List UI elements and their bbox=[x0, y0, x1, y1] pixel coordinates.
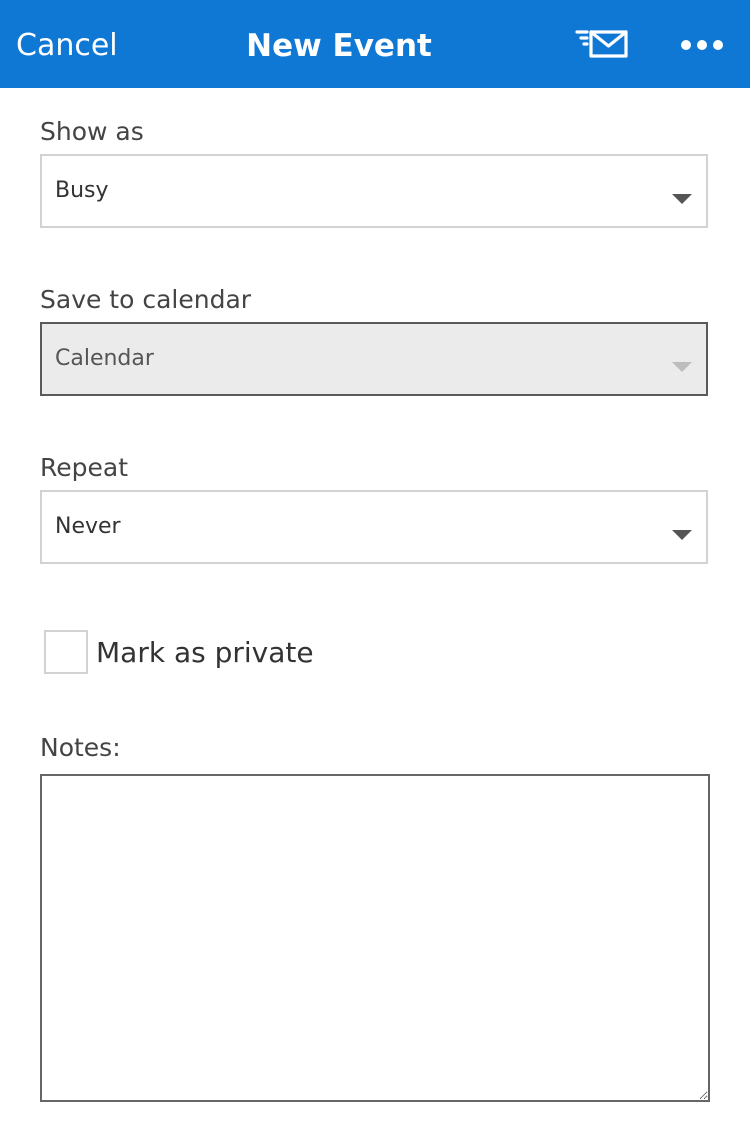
top-app-bar: Cancel New Event bbox=[0, 0, 750, 88]
show-as-value: Busy bbox=[55, 178, 109, 203]
save-to-calendar-label: Save to calendar bbox=[40, 285, 252, 314]
repeat-dropdown[interactable]: Never bbox=[40, 490, 708, 564]
send-button[interactable] bbox=[574, 26, 630, 62]
chevron-down-icon bbox=[672, 194, 692, 204]
chevron-down-icon bbox=[672, 362, 692, 372]
show-as-dropdown[interactable]: Busy bbox=[40, 154, 708, 228]
mark-as-private-checkbox[interactable] bbox=[44, 630, 88, 674]
notes-input[interactable] bbox=[40, 774, 710, 1102]
chevron-down-icon bbox=[672, 530, 692, 540]
notes-label: Notes: bbox=[40, 733, 121, 762]
mark-as-private-label: Mark as private bbox=[96, 636, 314, 669]
send-mail-icon bbox=[575, 30, 628, 58]
save-to-calendar-dropdown: Calendar bbox=[40, 322, 708, 396]
show-as-label: Show as bbox=[40, 117, 144, 146]
more-options-button[interactable] bbox=[678, 34, 726, 56]
repeat-label: Repeat bbox=[40, 453, 129, 482]
repeat-value: Never bbox=[55, 514, 121, 539]
more-horizontal-icon bbox=[681, 40, 723, 50]
save-to-calendar-value: Calendar bbox=[55, 346, 154, 371]
